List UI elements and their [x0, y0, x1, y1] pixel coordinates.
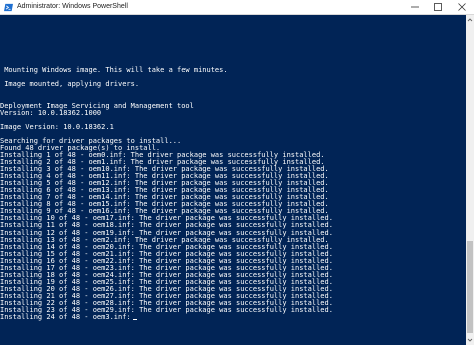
console-output[interactable]: Mounting Windows image. This will take a…: [0, 15, 466, 345]
maximize-icon: [434, 3, 442, 11]
powershell-icon: [4, 3, 13, 12]
minimize-button[interactable]: [404, 0, 426, 14]
vertical-scrollbar[interactable]: [466, 15, 474, 345]
close-icon: [458, 3, 466, 11]
scroll-up-arrow-icon[interactable]: [466, 17, 474, 23]
text-cursor: [132, 319, 137, 321]
maximize-button[interactable]: [427, 0, 449, 14]
console-line: Installing 24 of 48 - oem3.inf:: [0, 314, 137, 321]
console-line: Image mounted, applying drivers.: [0, 80, 140, 89]
console-line: Image Version: 10.0.18362.1: [0, 122, 114, 131]
console-line: Mounting Windows image. This will take a…: [0, 66, 228, 75]
powershell-window: Administrator: Windows PowerShell Mounti…: [0, 0, 474, 345]
scroll-thumb[interactable]: [467, 241, 473, 333]
scroll-down-arrow-icon[interactable]: [466, 337, 474, 343]
title-bar[interactable]: Administrator: Windows PowerShell: [0, 0, 474, 15]
minimize-icon: [411, 6, 419, 8]
console-line: Version: 10.0.18362.1000: [0, 108, 102, 117]
window-title: Administrator: Windows PowerShell: [17, 3, 128, 10]
close-button[interactable]: [451, 0, 473, 14]
